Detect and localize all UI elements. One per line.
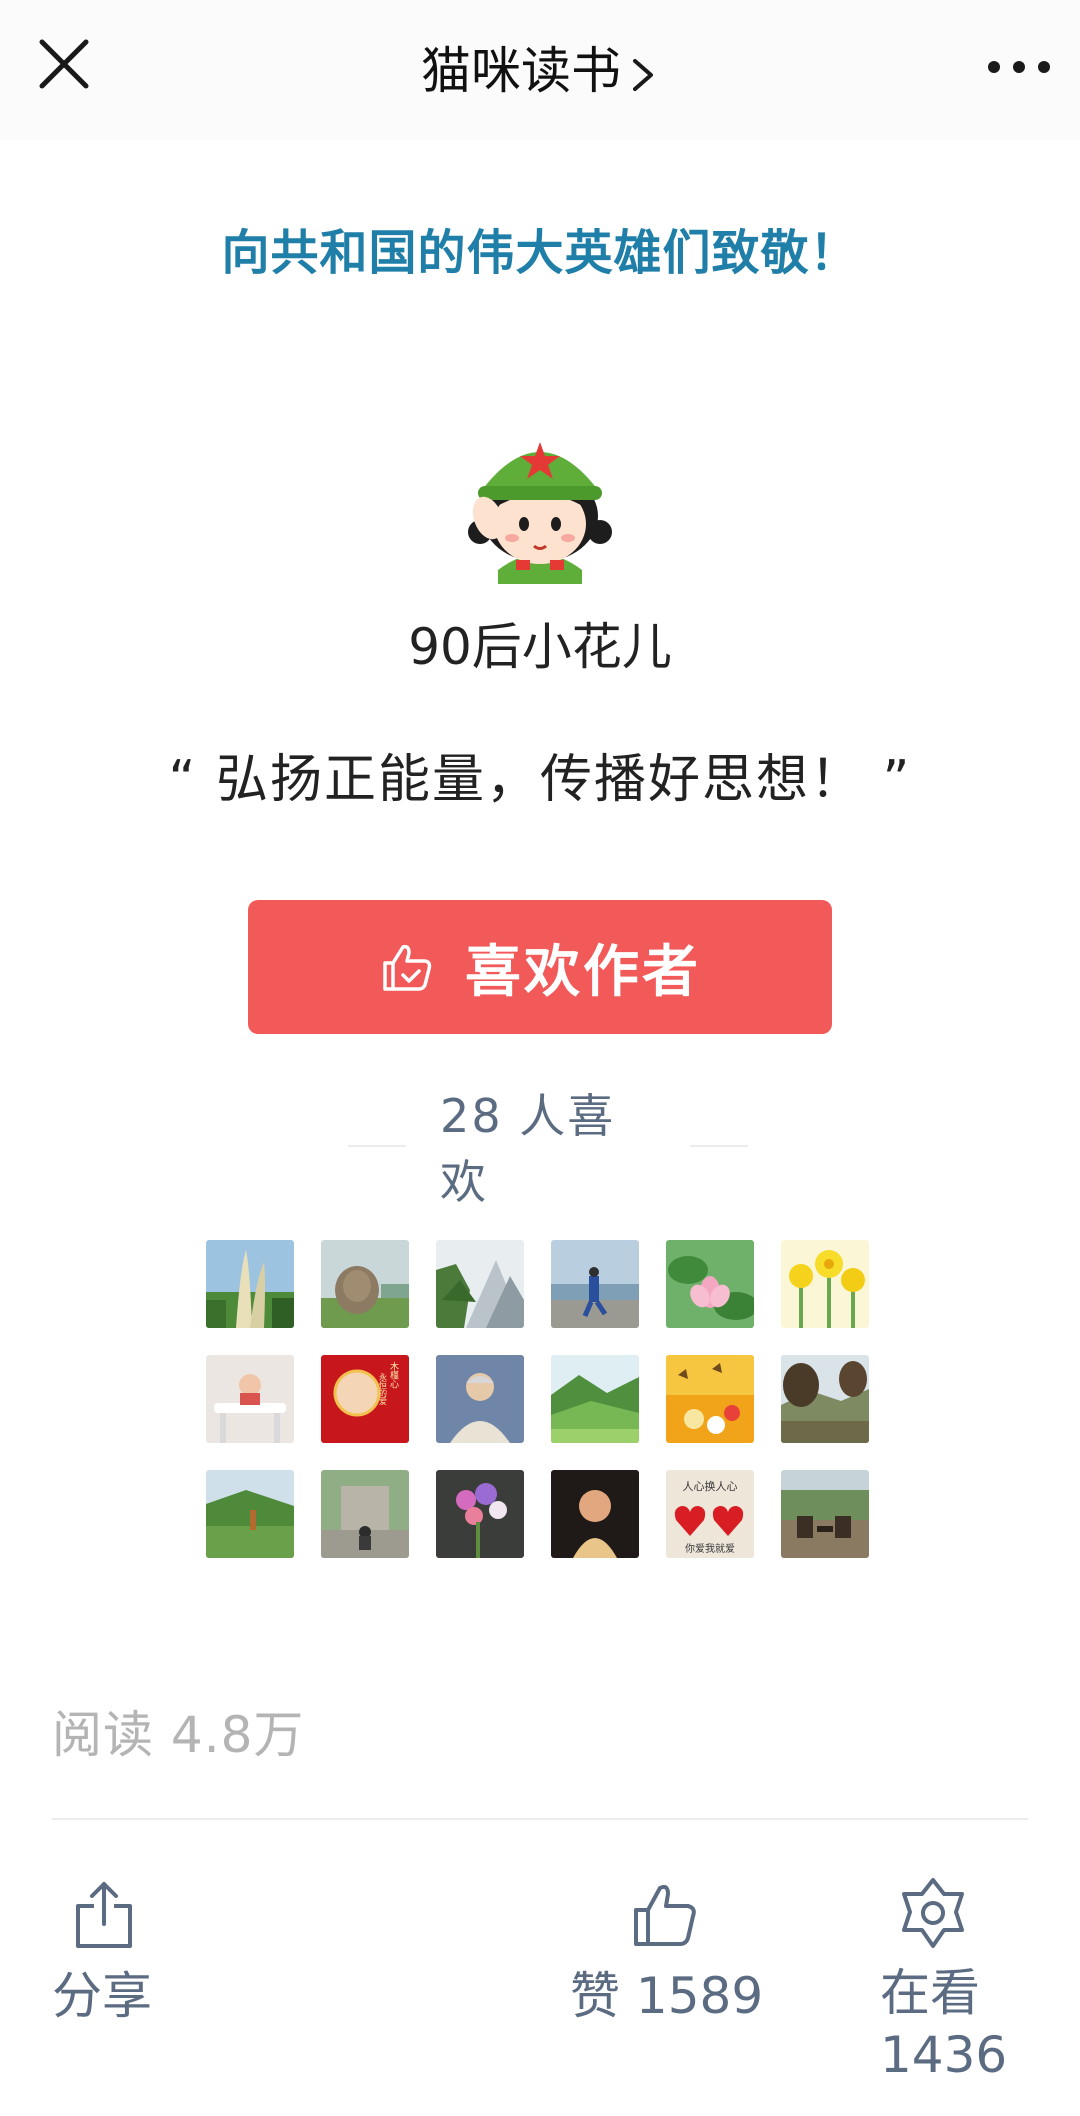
zan-button[interactable]: 赞 1589 xyxy=(570,1880,790,2026)
divider-left xyxy=(348,1145,407,1147)
baby-highchair-image xyxy=(206,1355,294,1443)
account-title: 猫咪读书 xyxy=(421,42,621,100)
fan-avatar[interactable] xyxy=(436,1240,524,1328)
fan-avatar[interactable] xyxy=(551,1355,639,1443)
rock-landscape-image xyxy=(321,1240,409,1328)
fan-avatar[interactable]: 木槿心 永恒的爱 xyxy=(321,1355,409,1443)
fan-avatar[interactable] xyxy=(436,1470,524,1558)
zaikan-label: 在看 1436 xyxy=(880,1964,1008,2084)
soldier-girl-avatar-icon xyxy=(468,442,612,584)
fan-avatar[interactable] xyxy=(666,1355,754,1443)
beach-person-image xyxy=(551,1240,639,1328)
author-name[interactable]: 90后小花儿 xyxy=(0,612,1080,682)
share-label: 分享 xyxy=(52,1967,152,2025)
like-author-label: 喜欢作者 xyxy=(465,939,701,1005)
like-author-button[interactable]: 喜欢作者 xyxy=(248,900,832,1034)
likes-count-row: 28 人喜欢 xyxy=(348,1089,748,1209)
fan-avatar[interactable] xyxy=(666,1240,754,1328)
thumbs-up-check-icon xyxy=(383,944,432,991)
top-navigation-bar: 猫咪读书 xyxy=(0,0,1080,140)
fan-avatar[interactable] xyxy=(781,1470,869,1558)
red-greeting-card-image: 木槿心 永恒的爱 xyxy=(321,1355,409,1443)
fan-avatar[interactable] xyxy=(206,1355,294,1443)
lotus-flower-image xyxy=(666,1240,754,1328)
more-button[interactable] xyxy=(984,42,1054,92)
two-hearts-image: 人心换人心 你爱我就爱 xyxy=(666,1470,754,1558)
fan-avatar[interactable] xyxy=(781,1240,869,1328)
read-count: 阅读 4.8万 xyxy=(52,1706,305,1764)
thumbs-up-icon xyxy=(634,1884,696,1946)
divider-right xyxy=(689,1145,748,1147)
mountain-pine-image xyxy=(436,1240,524,1328)
fan-avatar[interactable] xyxy=(436,1355,524,1443)
little-monk-image xyxy=(551,1470,639,1558)
fans-avatar-grid: 木槿心 永恒的爱 人心换人心 你爱我就爱 xyxy=(206,1240,870,1558)
elderly-man-portrait-image xyxy=(436,1355,524,1443)
article-headline: 向共和国的伟大英雄们致敬！ xyxy=(221,225,859,281)
zan-label: 赞 1589 xyxy=(570,1967,764,2025)
chevron-right-icon xyxy=(633,58,653,91)
fan-avatar[interactable] xyxy=(551,1240,639,1328)
garden-chairs-image xyxy=(781,1470,869,1558)
fan-avatar[interactable]: 人心换人心 你爱我就爱 xyxy=(666,1470,754,1558)
stone-statue-image xyxy=(321,1470,409,1558)
fan-avatar[interactable] xyxy=(206,1240,294,1328)
pampas-grass-image xyxy=(206,1240,294,1328)
fan17-caption-top: 人心换人心 xyxy=(683,1479,738,1493)
fan8-caption-2: 永恒的爱 xyxy=(379,1372,388,1406)
fan-avatar[interactable] xyxy=(321,1240,409,1328)
account-title-link[interactable]: 猫咪读书 xyxy=(0,36,1080,106)
share-icon xyxy=(76,1882,132,1948)
hill-person-image xyxy=(206,1470,294,1558)
likes-count: 28 人喜欢 xyxy=(440,1089,616,1209)
fan8-caption-1: 木槿心 xyxy=(388,1360,399,1388)
more-icon xyxy=(988,61,1050,73)
share-button[interactable]: 分享 xyxy=(52,1880,172,2026)
autumn-hills-image xyxy=(781,1355,869,1443)
divider xyxy=(52,1818,1028,1820)
author-slogan: “ 弘扬正能量，传播好思想！ ” xyxy=(168,750,912,810)
yellow-flowers-image xyxy=(781,1240,869,1328)
fan-avatar[interactable] xyxy=(206,1470,294,1558)
zaikan-star-icon xyxy=(902,1878,964,1948)
fan-avatar[interactable] xyxy=(551,1470,639,1558)
flower-bouquet-image xyxy=(436,1470,524,1558)
golden-flowers-image xyxy=(666,1355,754,1443)
fan17-caption-bottom: 你爱我就爱 xyxy=(685,1542,735,1555)
zaikan-button[interactable]: 在看 1436 xyxy=(880,1876,1040,2086)
fan-avatar[interactable] xyxy=(781,1355,869,1443)
author-avatar[interactable] xyxy=(458,420,622,584)
green-valley-image xyxy=(551,1355,639,1443)
fan-avatar[interactable] xyxy=(321,1470,409,1558)
